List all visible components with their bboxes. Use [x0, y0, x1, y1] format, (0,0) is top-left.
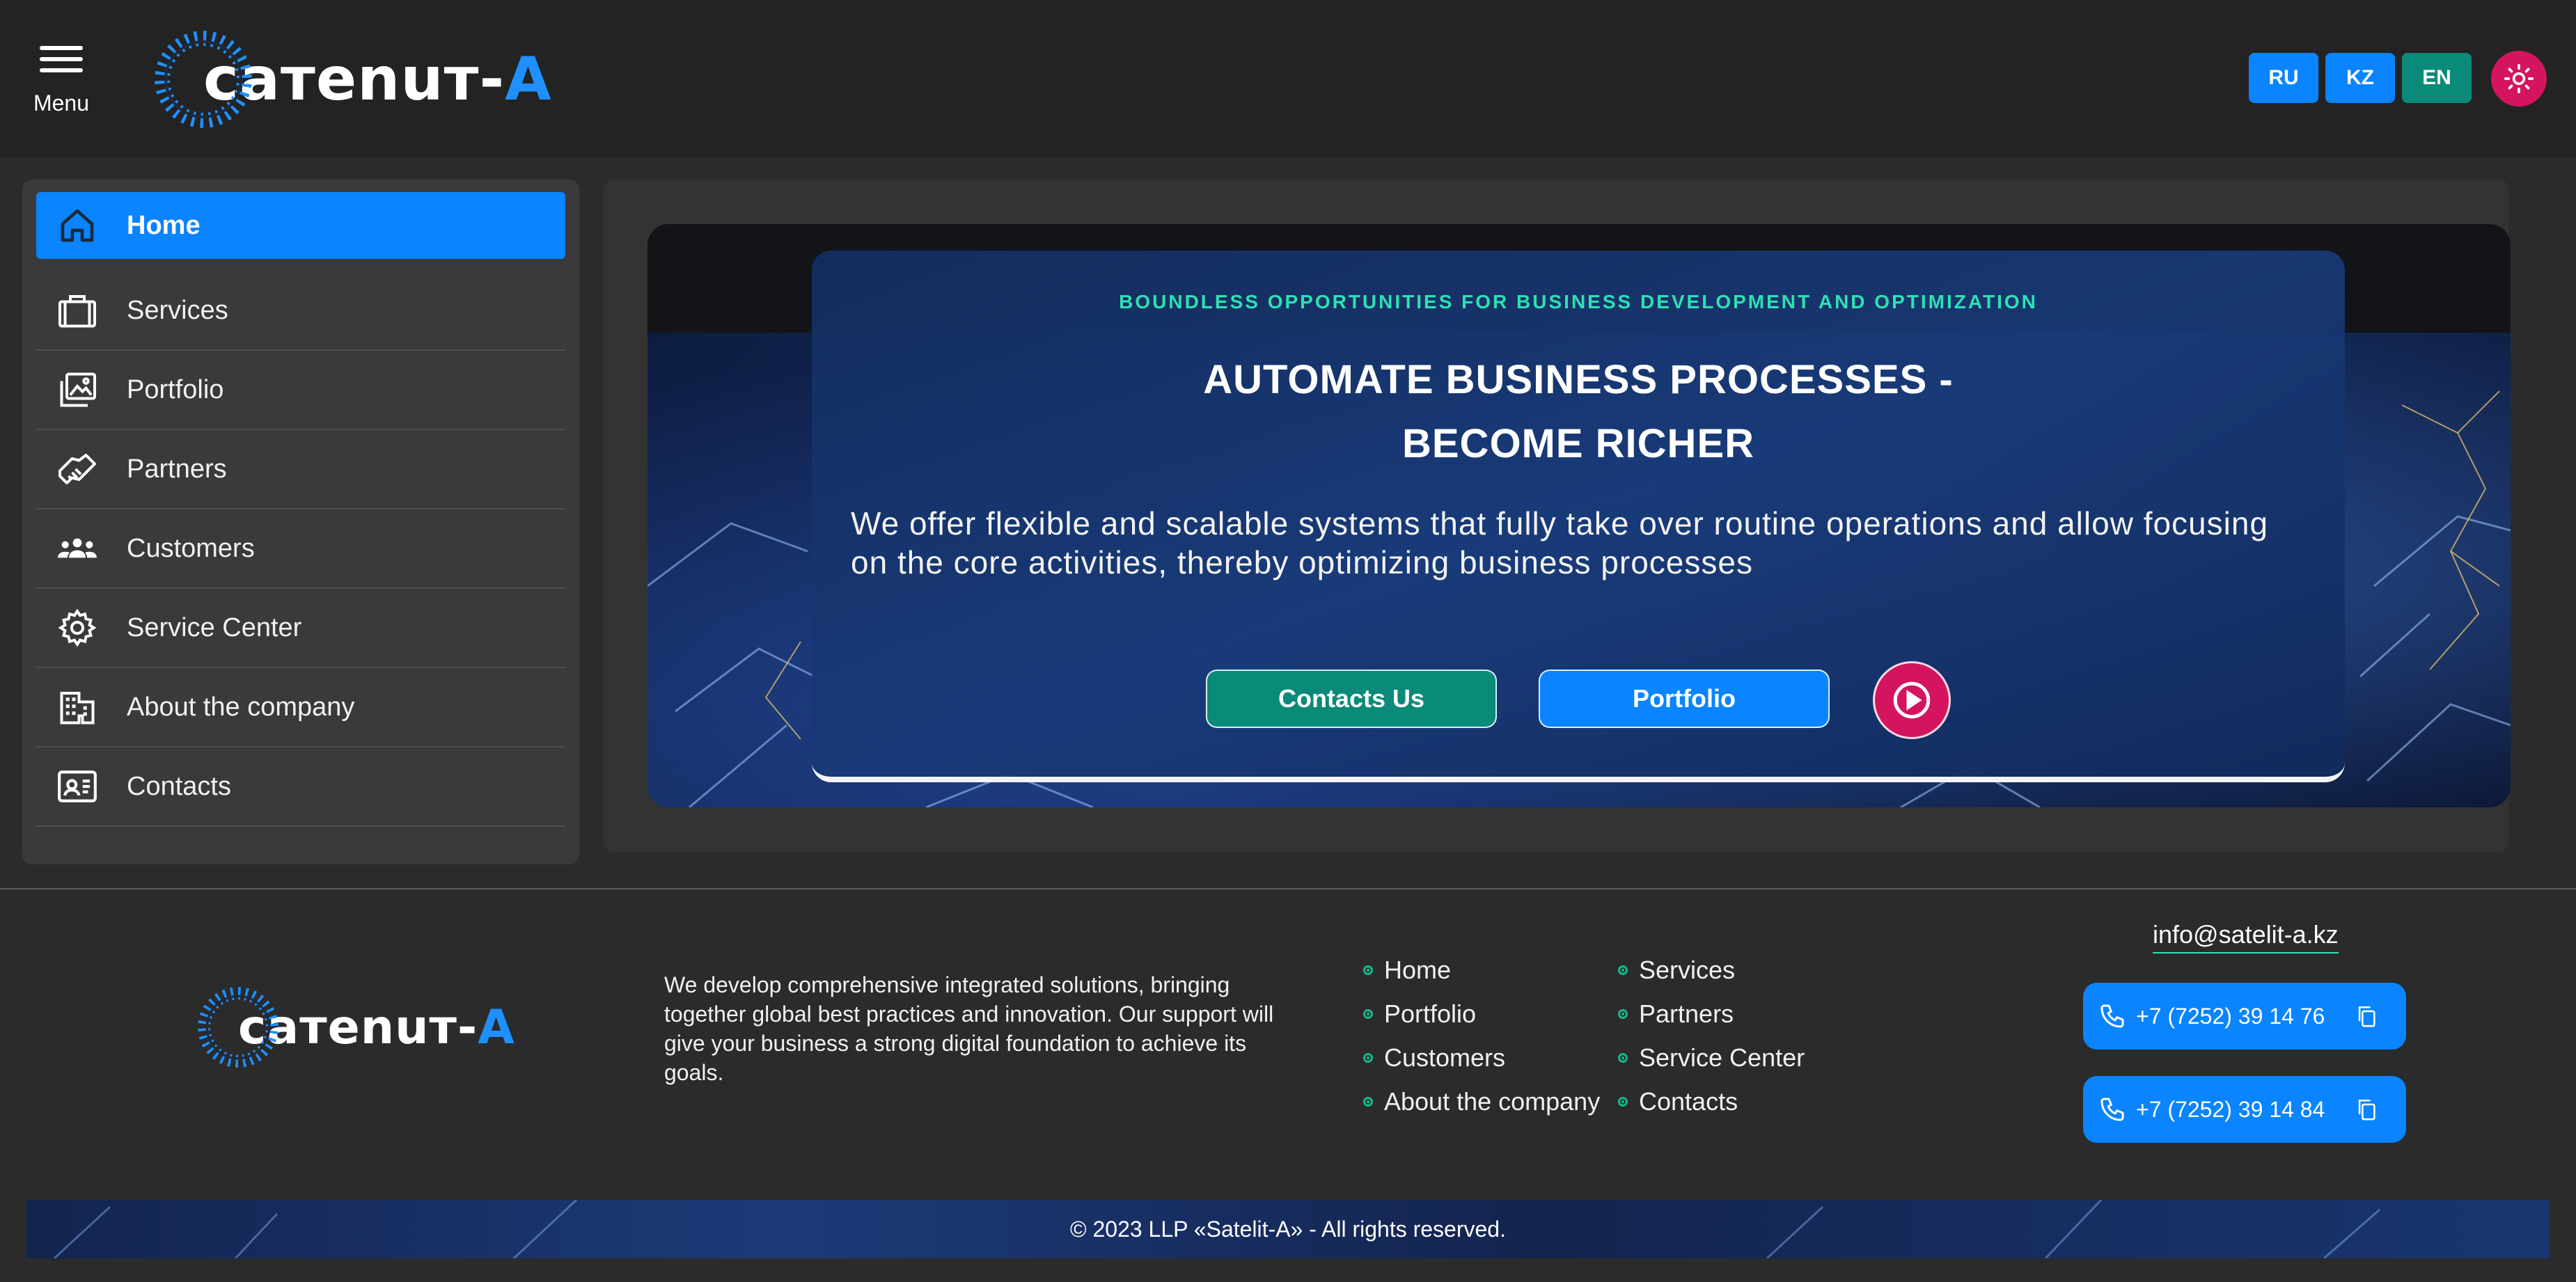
briefcase-icon [54, 287, 100, 333]
site-footer: caтenuт-A We develop comprehensive integ… [0, 888, 2576, 1282]
building-icon [54, 684, 100, 730]
copyright-bar: © 2023 LLP «Satelit-A» - All rights rese… [26, 1200, 2550, 1258]
sidebar-item-label: About the company [127, 692, 355, 722]
menu-label: Menu [33, 90, 90, 116]
footer-links-col1: Home Portfolio Customers About the compa… [1363, 948, 1600, 1123]
main-content: BOUNDLESS OPPORTUNITIES FOR BUSINESS DEV… [603, 180, 2511, 852]
sidebar-item-home[interactable]: Home [36, 192, 565, 259]
phone-number: +7 (7252) 39 14 76 [2136, 1003, 2325, 1029]
phone-icon [2100, 1098, 2124, 1121]
theme-toggle-button[interactable] [2491, 51, 2547, 106]
sidebar-item-services[interactable]: Services [36, 271, 565, 351]
hero-title: AUTOMATE BUSINESS PROCESSES - BECOME RIC… [1203, 357, 1954, 466]
footer-link-service-center[interactable]: Service Center [1618, 1036, 1805, 1079]
sidebar-item-about[interactable]: About the company [36, 668, 565, 747]
footer-link-customers[interactable]: Customers [1363, 1036, 1600, 1079]
home-icon [54, 203, 100, 248]
footer-about-text: We develop comprehensive integrated solu… [664, 972, 1274, 1085]
lang-en-button[interactable]: EN [2402, 53, 2472, 103]
gallery-icon [54, 367, 100, 413]
sun-icon [2504, 63, 2534, 94]
sidebar-item-customers[interactable]: Customers [36, 509, 565, 589]
contacts-us-button[interactable]: Contacts Us [1206, 670, 1497, 728]
hero-eyebrow: BOUNDLESS OPPORTUNITIES FOR BUSINESS DEV… [1119, 291, 2038, 312]
phone-button-2[interactable]: +7 (7252) 39 14 84 [2083, 1076, 2406, 1143]
copyright-text: © 2023 LLP «Satelit-A» - All rights rese… [1070, 1216, 1506, 1242]
sidebar-item-contacts[interactable]: Contacts [36, 747, 565, 827]
lang-ru-button[interactable]: RU [2249, 53, 2318, 103]
hamburger-icon [40, 43, 83, 75]
sidebar-item-label: Service Center [127, 612, 302, 642]
sidebar-item-label: Contacts [127, 771, 231, 801]
hero-card: BOUNDLESS OPPORTUNITIES FOR BUSINESS DEV… [812, 251, 2345, 782]
site-logo[interactable]: caтenuт-A [155, 31, 552, 128]
sidebar-item-service-center[interactable]: Service Center [36, 589, 565, 668]
footer-email-link[interactable]: info@satelit-a.kz [2153, 920, 2339, 953]
footer-link-about[interactable]: About the company [1363, 1079, 1600, 1123]
menu-button[interactable]: Menu [28, 43, 95, 127]
phone-button-1[interactable]: +7 (7252) 39 14 76 [2083, 983, 2406, 1050]
footer-links-col2: Services Partners Service Center Contact… [1618, 948, 1805, 1123]
people-icon [54, 525, 100, 571]
sidebar-item-label: Partners [127, 454, 227, 484]
site-header: Menu caтenuт-A RU KZ EN [0, 0, 2576, 157]
footer-link-services[interactable]: Services [1618, 948, 1805, 992]
phone-number: +7 (7252) 39 14 84 [2136, 1096, 2325, 1122]
sidebar-item-portfolio[interactable]: Portfolio [36, 351, 565, 430]
language-switcher: RU KZ EN [2249, 53, 2472, 103]
footer-link-partners[interactable]: Partners [1618, 992, 1805, 1036]
phone-icon [2100, 1004, 2124, 1028]
hero-description: We offer flexible and scalable systems t… [851, 505, 2269, 580]
play-icon [1893, 681, 1931, 719]
gear-icon [54, 605, 100, 651]
sidebar-item-label: Services [127, 295, 228, 325]
sidebar-item-label: Customers [127, 533, 255, 563]
footer-logo[interactable]: caтenuт-A [198, 987, 515, 1068]
copy-icon[interactable] [2355, 1004, 2378, 1029]
footer-link-home[interactable]: Home [1363, 948, 1600, 992]
contact-card-icon [54, 763, 100, 809]
sidebar-item-label: Portfolio [127, 374, 224, 404]
footer-link-portfolio[interactable]: Portfolio [1363, 992, 1600, 1036]
copy-icon[interactable] [2355, 1097, 2378, 1122]
logo-dots-icon [155, 31, 252, 128]
hero-banner: BOUNDLESS OPPORTUNITIES FOR BUSINESS DEV… [647, 224, 2511, 807]
logo-dots-icon [198, 987, 278, 1068]
sidebar-item-label: Home [127, 210, 201, 240]
footer-link-contacts[interactable]: Contacts [1618, 1079, 1805, 1123]
play-video-button[interactable] [1873, 661, 1951, 739]
handshake-icon [54, 446, 100, 492]
lang-kz-button[interactable]: KZ [2325, 53, 2395, 103]
sidebar-nav: Home Services Portfolio Partners Custome… [22, 180, 579, 864]
portfolio-button[interactable]: Portfolio [1539, 670, 1830, 728]
sidebar-item-partners[interactable]: Partners [36, 430, 565, 509]
